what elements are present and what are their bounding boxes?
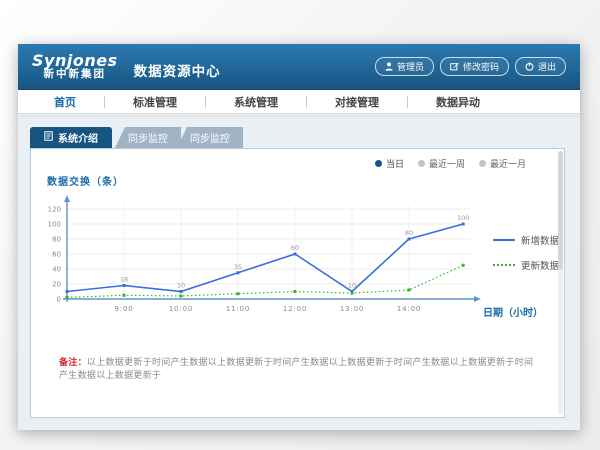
radio-last-week[interactable]: 最近一周: [418, 157, 465, 170]
legend-label: 新增数据: [521, 233, 559, 247]
tab-sync-monitor-1[interactable]: 同步监控: [115, 127, 181, 148]
footnote-label: 备注：: [59, 358, 87, 368]
svg-text:10:00: 10:00: [169, 305, 193, 313]
logo-text: Synjones: [32, 53, 118, 70]
logout-button-label: 退出: [538, 60, 556, 73]
y-axis-title: 数据交换（条）: [47, 173, 124, 188]
footnote-text: 以上数据更新于时间产生数据以上数据更新于时间产生数据以上数据更新于时间产生数据以…: [59, 358, 533, 381]
nav-divider: [306, 96, 307, 108]
svg-text:100: 100: [457, 214, 469, 222]
tab-label: 系统介绍: [58, 130, 98, 145]
svg-text:120: 120: [48, 206, 61, 214]
admin-button-label: 管理员: [397, 60, 424, 73]
svg-text:40: 40: [52, 266, 61, 274]
svg-text:13:00: 13:00: [340, 305, 364, 313]
x-axis-title: 日期（小时）: [483, 304, 543, 319]
nav-item-system-mgmt[interactable]: 系统管理: [228, 94, 284, 110]
svg-text:14:00: 14:00: [397, 305, 421, 313]
page-title: 数据资源中心: [134, 60, 221, 80]
radio-dot: [479, 160, 486, 167]
nav-divider: [104, 96, 105, 108]
filter-radios: 当日 最近一周 最近一月: [375, 157, 526, 170]
chart-legend: 新增数据 更新数据: [493, 233, 559, 272]
nav-item-standard-mgmt[interactable]: 标准管理: [127, 94, 183, 110]
document-icon: [44, 131, 53, 144]
app-header: Synjones 新中新集团 数据资源中心 管理员 修改密码 退出: [18, 44, 580, 90]
change-password-button-label: 修改密码: [463, 60, 499, 73]
svg-text:80: 80: [52, 236, 61, 244]
dotted-line-icon: [493, 264, 515, 266]
radio-dot: [418, 160, 425, 167]
svg-text:12:00: 12:00: [283, 305, 307, 313]
radio-label: 当日: [386, 157, 404, 170]
logo-subtext: 新中新集团: [44, 69, 107, 80]
svg-text:18: 18: [120, 276, 128, 284]
svg-text:60: 60: [291, 244, 299, 252]
tab-system-intro[interactable]: 系统介绍: [30, 127, 112, 148]
panel-scrollbar[interactable]: [558, 151, 563, 415]
edit-icon: [450, 62, 459, 71]
svg-text:60: 60: [52, 251, 61, 259]
logout-button[interactable]: 退出: [515, 57, 566, 76]
footnote: 备注：以上数据更新于时间产生数据以上数据更新于时间产生数据以上数据更新于时间产生…: [59, 357, 539, 382]
app-window: Synjones 新中新集团 数据资源中心 管理员 修改密码 退出: [18, 44, 580, 430]
legend-label: 更新数据: [521, 258, 559, 272]
svg-text:10: 10: [177, 282, 185, 290]
radio-label: 最近一周: [429, 157, 465, 170]
radio-today[interactable]: 当日: [375, 157, 404, 170]
scrollbar-thumb[interactable]: [558, 151, 563, 270]
svg-text:80: 80: [405, 229, 413, 237]
svg-text:0: 0: [57, 296, 61, 304]
nav-item-interface-mgmt[interactable]: 对接管理: [329, 94, 385, 110]
chart-panel: 当日 最近一周 最近一月 数据交换（条） 0 20 40 60 80 100 120 9:00…: [30, 148, 565, 418]
nav-item-home[interactable]: 首页: [48, 94, 82, 110]
brand-logo: Synjones 新中新集团: [32, 53, 118, 81]
solid-line-icon: [493, 239, 515, 241]
svg-text:100: 100: [48, 221, 61, 229]
legend-item-new-data: 新增数据: [493, 233, 559, 247]
admin-button[interactable]: 管理员: [375, 57, 434, 76]
user-toolbar: 管理员 修改密码 退出: [375, 57, 566, 76]
screen: Synjones 新中新集团 数据资源中心 管理员 修改密码 退出: [0, 0, 600, 450]
svg-text:35: 35: [234, 263, 242, 271]
nav-divider: [205, 96, 206, 108]
svg-text:10: 10: [348, 282, 356, 290]
nav-divider: [407, 96, 408, 108]
line-chart-canvas: 0 20 40 60 80 100 120 9:00 10:00 11:00 12:00 13:00 1…: [39, 191, 489, 319]
tab-label: 同步监控: [190, 130, 230, 145]
content-area: 系统介绍 同步监控 同步监控 当日 最近一周: [18, 115, 580, 430]
tab-label: 同步监控: [128, 130, 168, 145]
radio-last-month[interactable]: 最近一月: [479, 157, 526, 170]
nav-item-data-change[interactable]: 数据异动: [430, 94, 486, 110]
radio-dot: [375, 160, 382, 167]
tab-sync-monitor-2[interactable]: 同步监控: [177, 127, 243, 148]
svg-text:9:00: 9:00: [115, 305, 134, 313]
legend-item-update-data: 更新数据: [493, 258, 559, 272]
tab-bar: 系统介绍 同步监控 同步监控: [30, 127, 568, 148]
radio-label: 最近一月: [490, 157, 526, 170]
user-icon: [385, 62, 393, 71]
svg-text:20: 20: [52, 281, 61, 289]
svg-text:11:00: 11:00: [226, 305, 250, 313]
change-password-button[interactable]: 修改密码: [440, 57, 509, 76]
main-nav: 首页 标准管理 系统管理 对接管理 数据异动: [18, 90, 580, 114]
power-icon: [525, 62, 534, 71]
